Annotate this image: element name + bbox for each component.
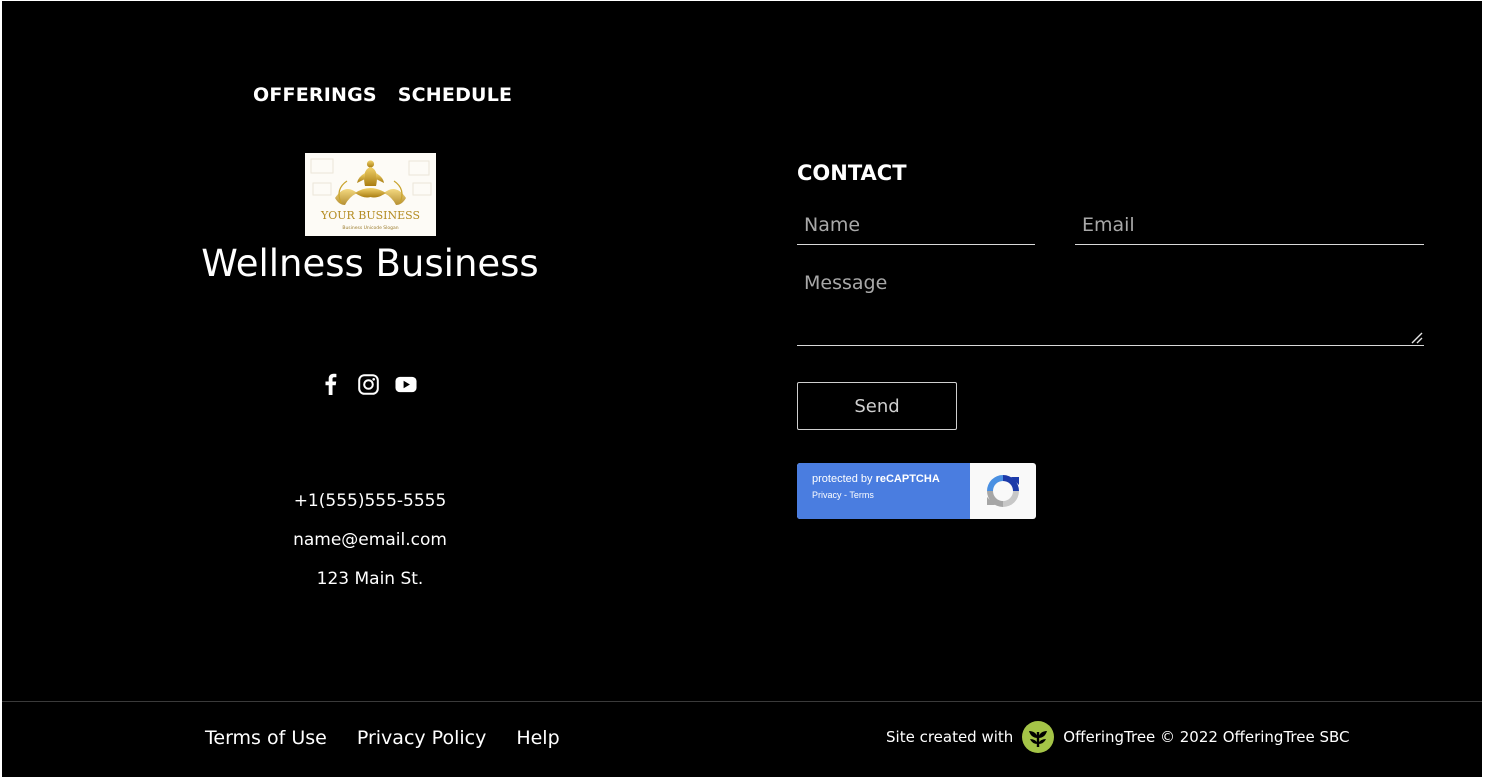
facebook-icon[interactable] [319, 372, 341, 396]
contact-heading: CONTACT [797, 161, 907, 185]
recaptcha-text-panel: protected by reCAPTCHA Privacy - Terms [797, 463, 970, 519]
business-title: Wellness Business [201, 242, 539, 285]
resize-grip-icon[interactable] [1409, 330, 1423, 344]
instagram-icon[interactable] [357, 372, 379, 396]
email-input[interactable] [1075, 205, 1424, 245]
name-input[interactable] [797, 205, 1035, 245]
nav-offerings[interactable]: OFFERINGS [253, 84, 377, 106]
privacy-policy-link[interactable]: Privacy Policy [357, 727, 486, 749]
copyright-text: © 2022 OfferingTree SBC [1160, 728, 1350, 746]
offeringtree-logo-icon [1021, 720, 1055, 754]
recaptcha-badge[interactable]: protected by reCAPTCHA Privacy - Terms [797, 463, 1036, 519]
send-button[interactable]: Send [797, 382, 957, 430]
site-credit[interactable]: Site created with OfferingTree [886, 720, 1155, 754]
svg-text:Business Unicode Slogan: Business Unicode Slogan [342, 225, 398, 231]
youtube-icon[interactable] [395, 372, 417, 396]
nav-schedule[interactable]: SCHEDULE [398, 84, 512, 106]
business-logo[interactable]: YOUR BUSINESS Business Unicode Slogan [305, 153, 436, 236]
offeringtree-name: OfferingTree [1063, 728, 1156, 746]
yoga-meditation-logo: YOUR BUSINESS Business Unicode Slogan [310, 158, 432, 231]
contact-phone[interactable]: +1(555)555-5555 [100, 491, 640, 511]
terms-of-use-link[interactable]: Terms of Use [205, 727, 327, 749]
footer-section [2, 1, 1482, 777]
contact-email[interactable]: name@email.com [100, 530, 640, 550]
recaptcha-privacy-terms[interactable]: Privacy - Terms [812, 490, 970, 500]
help-link[interactable]: Help [516, 727, 559, 749]
recaptcha-icon [970, 463, 1036, 519]
credit-prefix: Site created with [886, 728, 1014, 746]
recaptcha-protected: protected by reCAPTCHA [812, 473, 940, 485]
contact-address: 123 Main St. [316, 569, 424, 589]
footer-divider [2, 701, 1482, 702]
footer-nav: OFFERINGS SCHEDULE [253, 84, 512, 106]
message-textarea[interactable] [797, 268, 1424, 346]
social-links [319, 372, 417, 396]
svg-text:YOUR BUSINESS: YOUR BUSINESS [320, 209, 420, 222]
footer-links: Terms of Use Privacy Policy Help [205, 727, 560, 749]
